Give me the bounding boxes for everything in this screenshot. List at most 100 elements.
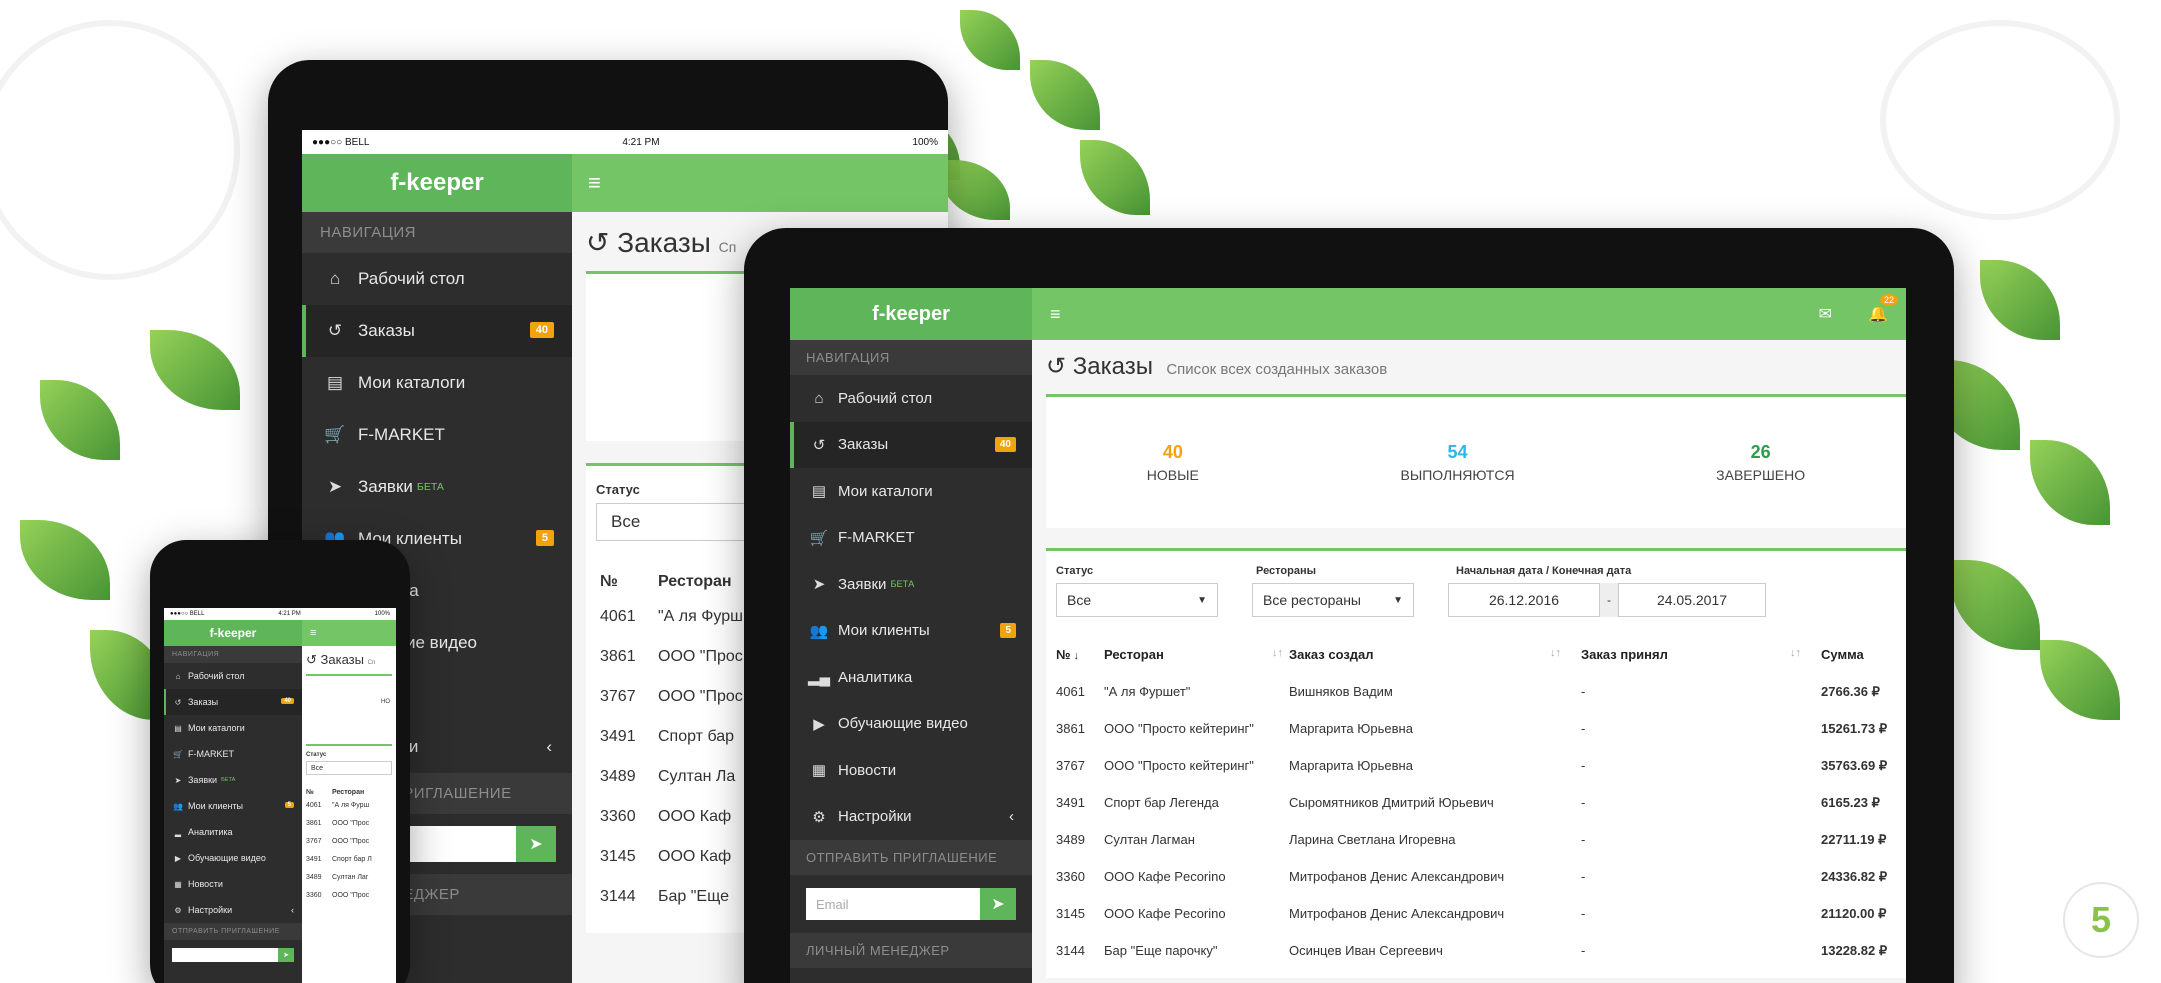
sidebar-item-requests[interactable]: ➤ Заявки БЕТА [164, 767, 302, 793]
tablet-front-screen: f-keeper ≡ ✉ 🔔 22 НАВИГАЦИЯ ⌂ Рабочий стол… [790, 288, 1906, 983]
clients-badge: 5 [1000, 622, 1016, 638]
brand-logo[interactable]: f-keeper [790, 288, 1032, 340]
nav-header: НАВИГАЦИЯ [164, 646, 302, 663]
sidebar-item-settings[interactable]: ⚙ Настройки ‹ [164, 897, 302, 923]
nav-label: Мои клиенты [838, 622, 930, 640]
table-row[interactable]: 4061 "А ля Фурш [306, 796, 392, 814]
send-button[interactable]: ➤ [278, 948, 294, 962]
chevron-left-icon[interactable]: ‹ [291, 905, 294, 915]
table-row[interactable]: 3491 Спорт бар Легенда Сыромятников Дмитри… [1056, 784, 1896, 821]
bell-icon[interactable]: 🔔 22 [1868, 294, 1898, 324]
users-icon: 👥 [809, 622, 829, 640]
sidebar-item-desk[interactable]: ⌂ Рабочий стол [164, 663, 302, 689]
brand-logo[interactable]: f-keeper [302, 154, 572, 212]
hamburger-icon[interactable]: ≡ [310, 627, 316, 639]
col-num[interactable]: № [306, 789, 332, 796]
col-restaurant[interactable]: Ресторан [332, 789, 364, 796]
email-field[interactable] [392, 826, 516, 862]
sidebar-item-requests[interactable]: ➤ Заявки БЕТА [790, 561, 1032, 608]
stat-done[interactable]: 26 ЗАВЕРШЕНО [1716, 442, 1805, 483]
table-row[interactable]: 3360 ООО "Прос [306, 886, 392, 904]
stat-new[interactable]: 40 НОВЫЕ [1147, 442, 1199, 483]
nav-label: Рабочий стол [188, 671, 245, 681]
table-header: № ↓ Ресторан ↓↑ Заказ создал ↓↑ Заказ прин… [1056, 635, 1896, 673]
title-text: Заказы [617, 227, 711, 258]
chevron-left-icon[interactable]: ‹ [546, 737, 552, 757]
col-created-by[interactable]: Заказ создал ↓↑ [1289, 635, 1581, 673]
sidebar-item-desk[interactable]: ⌂ Рабочий стол [790, 375, 1032, 422]
leaf-decoration [1080, 140, 1150, 215]
sidebar-item-desk[interactable]: ⌂ Рабочий стол [302, 253, 572, 305]
sidebar-item-news[interactable]: ▦ Новости [164, 871, 302, 897]
date-from-input[interactable]: 26.12.2016 [1448, 583, 1600, 617]
email-field[interactable] [172, 948, 278, 962]
table-row[interactable]: 3145 ООО Кафе Pecorino Митрофанов Денис Ал… [1056, 895, 1896, 932]
menu-toggle[interactable]: ≡ [302, 620, 396, 646]
table-row[interactable]: 3767 ООО "Прос [306, 832, 392, 850]
sidebar-item-catalogs[interactable]: ▤ Мои каталоги [302, 357, 572, 409]
table-row[interactable]: 3491 Спорт бар Л [306, 850, 392, 868]
hamburger-icon[interactable]: ≡ [1050, 304, 1061, 325]
date-to-input[interactable]: 24.05.2017 [1618, 583, 1766, 617]
date-separator: - [1600, 583, 1618, 617]
sidebar-item-videos[interactable]: ▶ Обучающие видео [790, 701, 1032, 748]
sidebar-item-orders[interactable]: ↺ Заказы 40 [790, 421, 1032, 468]
sidebar-item-clients[interactable]: 👥 Мои клиенты 5 [164, 793, 302, 819]
cell-restaurant: ООО Кафе Pecorino [1104, 906, 1226, 921]
sidebar-item-fmarket[interactable]: 🛒 F-MARKET [164, 741, 302, 767]
table-row[interactable]: 3360 ООО Кафе Pecorino Митрофанов Денис Ал… [1056, 858, 1896, 895]
nav-label: Новости [188, 879, 223, 889]
caret-down-icon: ▼ [1197, 594, 1207, 606]
leaf-decoration [1950, 560, 2040, 650]
sidebar-item-orders[interactable]: ↺ Заказы 40 [164, 689, 302, 715]
sidebar-item-fmarket[interactable]: 🛒 F-MARKET [302, 409, 572, 461]
cell: Бар "Еще [658, 888, 729, 905]
email-field[interactable]: Email [806, 888, 980, 920]
menu-toggle[interactable]: ≡ [572, 154, 948, 212]
col-num[interactable]: № ↓ [1056, 635, 1104, 673]
table-row[interactable]: 3861 ООО "Просто кейтеринг" Маргарита Юрье… [1056, 710, 1896, 747]
col-sum[interactable]: Сумма [1821, 635, 1896, 673]
restaurants-select[interactable]: Все рестораны ▼ [1252, 583, 1414, 617]
sidebar-item-analytics[interactable]: ▂▄ Аналитика [790, 654, 1032, 701]
header-bar: ≡ ✉ 🔔 22 [1032, 288, 1906, 340]
sidebar-item-news[interactable]: ▦ Новости [790, 747, 1032, 794]
hamburger-icon[interactable]: ≡ [588, 170, 601, 196]
sidebar-item-catalogs[interactable]: ▤ Мои каталоги [790, 468, 1032, 515]
manager-header: ЛИЧНЫЙ МЕНЕДЖЕР [790, 933, 1032, 968]
status-select[interactable]: Все [306, 761, 392, 775]
leaf-decoration [20, 520, 110, 600]
send-button[interactable]: ➤ [516, 826, 556, 862]
table-row[interactable]: 3767 ООО "Просто кейтеринг" Маргарита Юрье… [1056, 747, 1896, 784]
sidebar-item-requests[interactable]: ➤ Заявки БЕТА [302, 461, 572, 513]
cell: 3491 [600, 728, 636, 745]
sidebar-item-orders[interactable]: ↺ Заказы 40 [302, 305, 572, 357]
col-accepted-by[interactable]: Заказ принял ↓↑ [1581, 635, 1821, 673]
table-row[interactable]: 3489 Султан Лагман Ларина Светлана Игоревн… [1056, 821, 1896, 858]
table-row[interactable]: 3489 Султан Лаг [306, 868, 392, 886]
cell: ООО "Прос [332, 819, 370, 827]
table-row[interactable]: 3144 Бар "Еще парочку" Осинцев Иван Сергее… [1056, 932, 1896, 969]
table-row[interactable]: 3861 ООО "Прос [306, 814, 392, 832]
cell-accepted-by: - [1581, 795, 1586, 810]
history-icon: ↺ [586, 227, 610, 258]
sidebar-item-fmarket[interactable]: 🛒 F-MARKET [790, 515, 1032, 562]
sidebar-item-settings[interactable]: ⚙ Настройки ‹ [790, 794, 1032, 841]
mail-icon[interactable]: ✉ [1819, 304, 1832, 324]
col-num[interactable]: № [600, 573, 658, 591]
gears-icon: ⚙ [812, 808, 826, 826]
brand-logo[interactable]: f-keeper [164, 620, 302, 646]
col-restaurant[interactable]: Ресторан ↓↑ [1104, 635, 1289, 673]
sidebar-item-videos[interactable]: ▶ Обучающие видео [164, 845, 302, 871]
stat-in-progress[interactable]: 54 ВЫПОЛНЯЮТСЯ [1400, 442, 1514, 483]
col-restaurant[interactable]: Ресторан [658, 573, 732, 591]
chevron-left-icon[interactable]: ‹ [1009, 808, 1014, 825]
send-button[interactable]: ➤ [980, 888, 1016, 920]
sidebar-item-catalogs[interactable]: ▤ Мои каталоги [164, 715, 302, 741]
sidebar-item-clients[interactable]: 👥 Мои клиенты 5 [790, 608, 1032, 655]
cell-sum: 2766.36 ₽ [1821, 683, 1880, 699]
cell-created-by: Ларина Светлана Игоревна [1289, 832, 1456, 847]
sidebar-item-analytics[interactable]: ▂ Аналитика [164, 819, 302, 845]
status-select[interactable]: Все ▼ [1056, 583, 1218, 617]
table-row[interactable]: 4061 "А ля Фуршет" Вишняков Вадим - 2766.36 … [1056, 673, 1896, 710]
